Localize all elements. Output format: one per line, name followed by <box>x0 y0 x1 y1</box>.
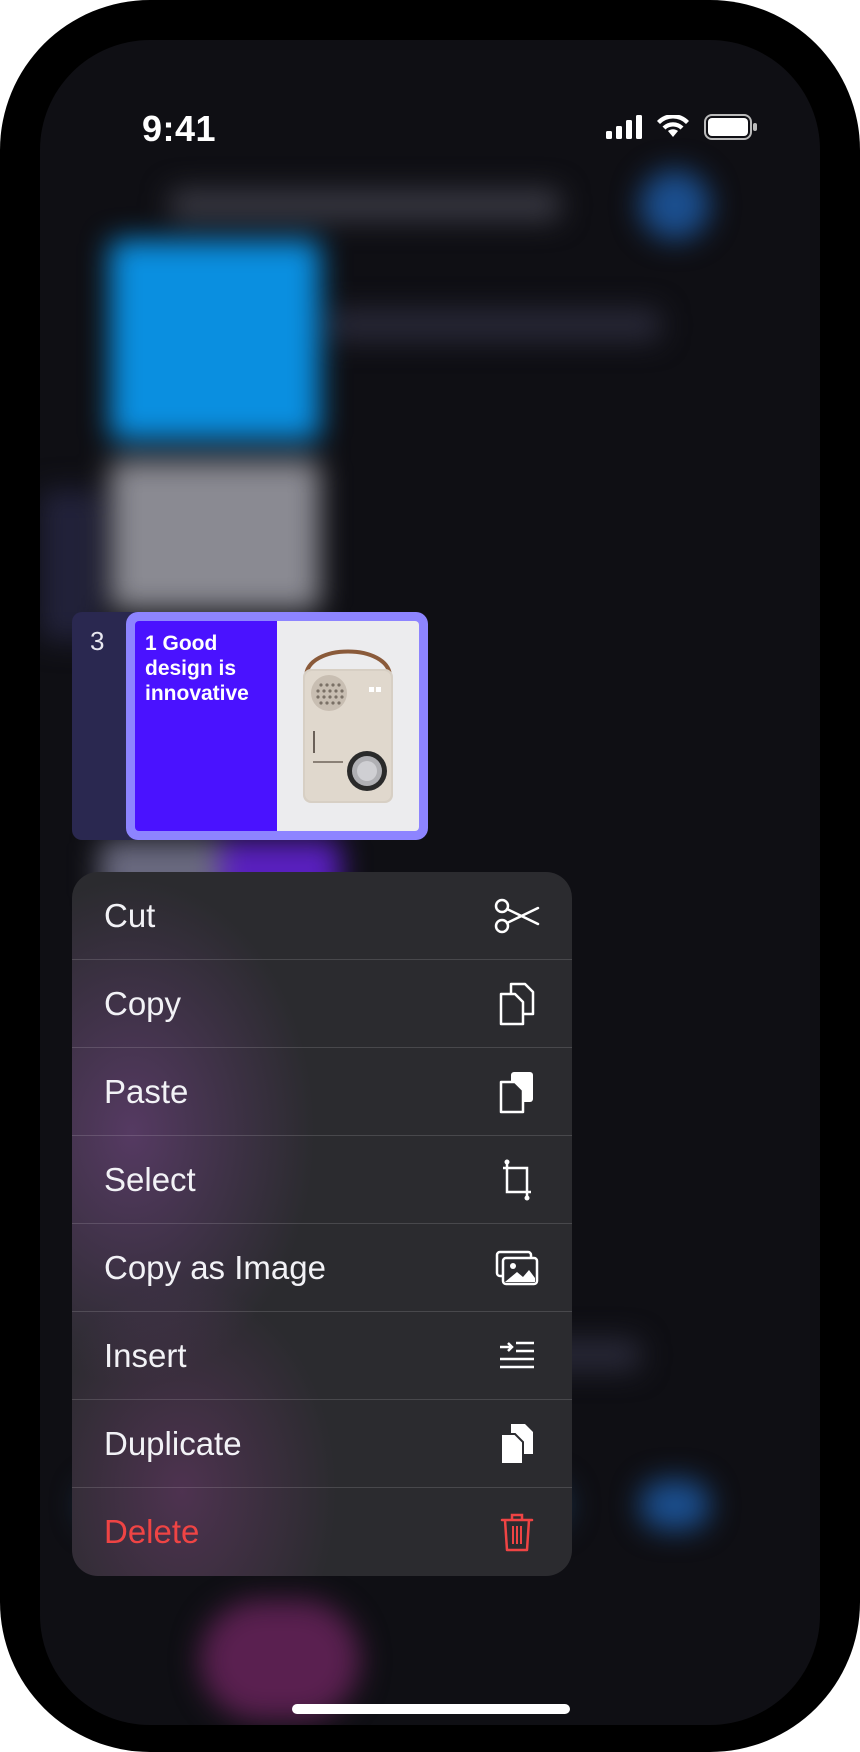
copy-icon <box>494 981 540 1027</box>
crop-select-icon <box>494 1157 540 1203</box>
radio-product-image <box>303 649 393 803</box>
menu-item-label: Duplicate <box>104 1424 242 1462</box>
menu-item-label: Select <box>104 1160 196 1198</box>
menu-item-cut[interactable]: Cut <box>72 872 572 960</box>
menu-item-paste[interactable]: Paste <box>72 1048 572 1136</box>
slide-image-panel <box>277 621 419 831</box>
home-indicator[interactable] <box>292 1704 570 1714</box>
menu-item-label: Insert <box>104 1336 187 1374</box>
status-bar: 9:41 <box>40 40 820 150</box>
selected-slide-thumbnail[interactable]: 1 Good design is innovative <box>126 612 428 840</box>
menu-item-duplicate[interactable]: Duplicate <box>72 1400 572 1488</box>
menu-item-label: Copy as Image <box>104 1248 326 1286</box>
slide-title: 1 Good design is innovative <box>145 632 249 705</box>
menu-item-label: Delete <box>104 1513 200 1550</box>
status-time: 9:41 <box>142 108 217 149</box>
duplicate-icon <box>494 1421 540 1467</box>
photo-icon <box>494 1245 540 1291</box>
paste-icon <box>494 1069 540 1115</box>
phone-frame: 9:41 3 1 Good design is innovative Cut C… <box>0 0 860 1752</box>
battery-icon <box>704 114 757 140</box>
scissors-icon <box>494 893 540 939</box>
menu-item-copy-as-image[interactable]: Copy as Image <box>72 1224 572 1312</box>
cellular-signal-icon <box>606 115 642 139</box>
context-menu: Cut Copy Paste Select Copy as Image Inse… <box>72 872 572 1576</box>
menu-item-label: Cut <box>104 896 156 934</box>
slide-number: 3 <box>90 626 105 656</box>
menu-item-delete[interactable]: Delete <box>72 1488 572 1576</box>
menu-item-copy[interactable]: Copy <box>72 960 572 1048</box>
slide-title-panel: 1 Good design is innovative <box>135 621 277 831</box>
menu-item-label: Paste <box>104 1072 189 1110</box>
menu-item-label: Copy <box>104 984 182 1022</box>
menu-item-insert[interactable]: Insert <box>72 1312 572 1400</box>
slide-preview: 1 Good design is innovative <box>135 621 419 831</box>
status-icons <box>606 114 758 140</box>
trash-icon <box>494 1509 540 1555</box>
screen: 9:41 3 1 Good design is innovative Cut C… <box>40 40 820 1725</box>
insert-list-icon <box>494 1333 540 1379</box>
slide-thumbnail-row[interactable]: 3 1 Good design is innovative <box>72 612 428 840</box>
wifi-icon <box>657 115 689 137</box>
menu-item-select[interactable]: Select <box>72 1136 572 1224</box>
